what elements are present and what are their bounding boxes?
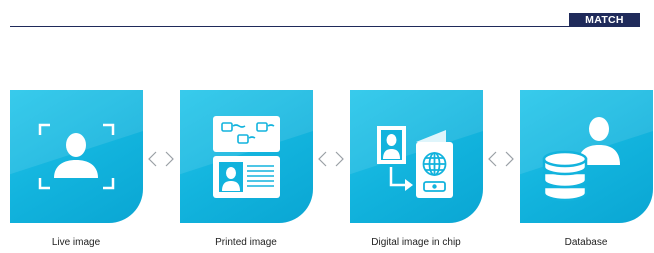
compare-arrows-icon (318, 151, 344, 167)
step-label: Live image (51, 237, 101, 248)
header-rule (10, 26, 640, 27)
step-label: Database (564, 237, 608, 248)
face-scan-icon (38, 123, 115, 190)
step-label: Printed image (215, 237, 277, 248)
compare-arrows-icon (488, 151, 514, 167)
step-digital-image-in-chip (350, 90, 483, 223)
step-label: Digital image in chip (371, 237, 461, 248)
compare-arrows-icon (148, 151, 174, 167)
passport-chip-icon (377, 126, 453, 198)
step-live-image (10, 90, 143, 223)
printed-id-card-icon (213, 116, 280, 198)
step-printed-image (180, 90, 313, 223)
database-user-icon (542, 117, 620, 202)
match-badge: MATCH (569, 13, 640, 27)
step-database (520, 90, 653, 223)
